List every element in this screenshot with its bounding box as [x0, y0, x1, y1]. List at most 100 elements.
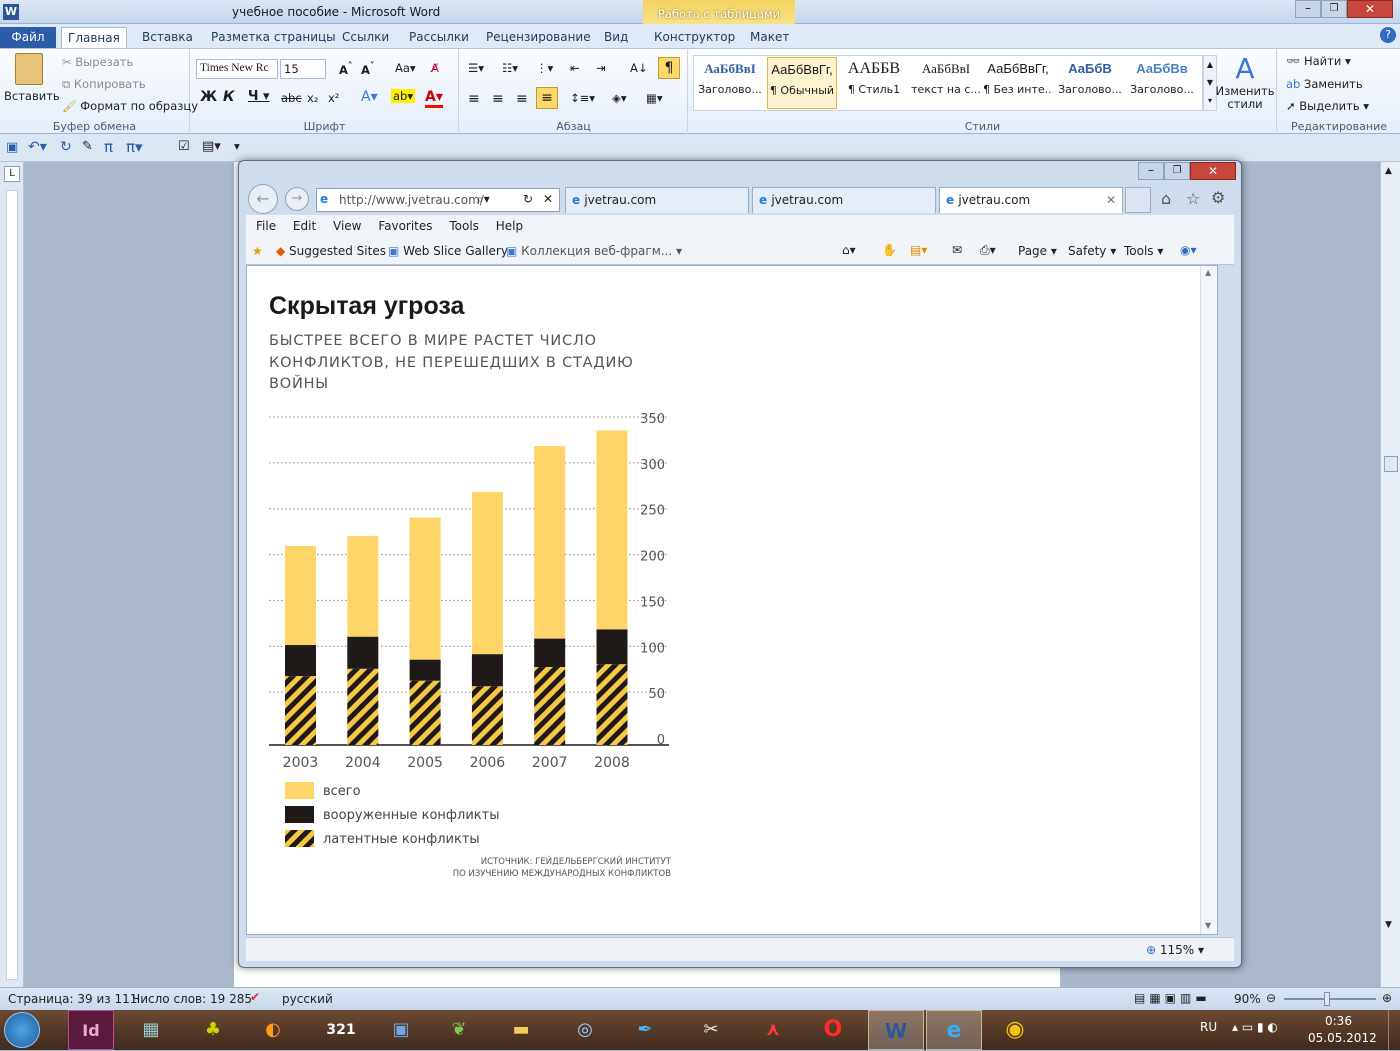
- equation-icon[interactable]: π: [104, 138, 113, 156]
- forward-icon[interactable]: →: [285, 187, 309, 211]
- tab-table-layout[interactable]: Макет: [744, 27, 795, 48]
- zoom-in-icon[interactable]: ⊕: [1382, 991, 1392, 1005]
- favorites-add-icon[interactable]: ★: [252, 244, 263, 258]
- pilcrow-icon[interactable]: ¶: [658, 57, 680, 79]
- word-taskbar-icon[interactable]: W: [868, 1010, 924, 1050]
- zoom-thumb[interactable]: [1324, 992, 1330, 1006]
- ruler-corner-icon[interactable]: L: [4, 166, 20, 182]
- ie-tab-3[interactable]: e jvetrau.com ✕: [939, 187, 1123, 213]
- acrobat-icon[interactable]: ⋏: [750, 1010, 796, 1050]
- ie-tab-2[interactable]: e jvetrau.com: [752, 187, 936, 213]
- paste-button[interactable]: Вставить: [4, 53, 60, 113]
- align-left-icon[interactable]: ≡: [468, 91, 480, 107]
- spellcheck-icon[interactable]: ✔: [250, 990, 260, 1004]
- cmd-hand-icon[interactable]: ✋: [882, 243, 897, 257]
- start-button[interactable]: [4, 1012, 40, 1048]
- find-button[interactable]: 👓 Найти ▾: [1286, 54, 1351, 68]
- address-text[interactable]: http://www.jvetrau.com/: [339, 193, 484, 207]
- vertical-ruler[interactable]: L: [0, 162, 24, 987]
- language[interactable]: русский: [282, 992, 333, 1006]
- minimize-button[interactable]: –: [1295, 0, 1321, 18]
- style-item[interactable]: АаБбВвI текст на с...: [911, 57, 981, 109]
- ie-zoom[interactable]: ⊕ 115% ▾: [1146, 943, 1204, 957]
- word-icon[interactable]: W: [3, 4, 19, 20]
- vertical-scrollbar[interactable]: ▲ ▼: [1380, 162, 1400, 987]
- shading-icon[interactable]: ◈▾: [612, 91, 627, 105]
- format-painter-button[interactable]: 🖌 Формат по образцу: [62, 99, 198, 113]
- strikethrough-icon[interactable]: abc: [281, 91, 302, 105]
- cmd-home-icon[interactable]: ⌂▾: [842, 243, 856, 257]
- tray-language[interactable]: RU: [1200, 1020, 1217, 1034]
- equation-dropdown-icon[interactable]: π▾: [126, 138, 143, 156]
- calculator-icon[interactable]: ▦: [128, 1010, 174, 1050]
- tab-mailings[interactable]: Рассылки: [403, 27, 475, 48]
- view-buttons[interactable]: ▤▦▣▥▬: [1134, 991, 1211, 1005]
- suggested-sites-link[interactable]: ◆ Suggested Sites: [276, 244, 386, 258]
- undo-icon[interactable]: ↶▾: [28, 139, 47, 155]
- scroll-down-icon[interactable]: ▼: [1385, 920, 1392, 930]
- stop-icon[interactable]: ✕: [543, 192, 553, 206]
- copy-button[interactable]: ⧉ Копировать: [62, 77, 146, 92]
- superscript-icon[interactable]: x²: [328, 91, 339, 105]
- zoom-out-icon[interactable]: ⊖: [1266, 991, 1276, 1005]
- address-search-icon[interactable]: ⌕▾: [477, 192, 490, 207]
- customize-icon[interactable]: ▾: [234, 139, 240, 153]
- tab-design[interactable]: Конструктор: [648, 27, 741, 48]
- style-item[interactable]: АаБбВвI Заголово...: [695, 57, 765, 109]
- new-tab-button[interactable]: [1125, 187, 1151, 213]
- content-scroll-up-icon[interactable]: ▲: [1205, 268, 1211, 277]
- style-item[interactable]: АаБбВв Заголово...: [1127, 57, 1197, 109]
- menu-view[interactable]: View: [333, 219, 361, 233]
- borders-icon[interactable]: ▦▾: [646, 91, 663, 105]
- shrink-font-icon[interactable]: A˅: [361, 61, 375, 77]
- tab-insert[interactable]: Вставка: [136, 27, 199, 48]
- tab-review[interactable]: Рецензирование: [480, 27, 597, 48]
- font-color-icon[interactable]: A▾: [425, 89, 443, 108]
- cmd-page[interactable]: Page ▾: [1018, 244, 1057, 258]
- cmd-tools[interactable]: Tools ▾: [1124, 244, 1163, 258]
- settings-gear-icon[interactable]: ⚙: [1211, 188, 1225, 207]
- ie-maximize[interactable]: ❐: [1164, 162, 1190, 180]
- collection-link[interactable]: ▣ Коллекция веб-фрагм... ▾: [506, 244, 682, 258]
- app-orange-icon[interactable]: ◐: [250, 1010, 296, 1050]
- cmd-safety[interactable]: Safety ▾: [1068, 244, 1116, 258]
- cmd-print-icon[interactable]: ⎙▾: [980, 243, 996, 258]
- align-right-icon[interactable]: ≡: [516, 91, 528, 107]
- tray-date[interactable]: 05.05.2012: [1308, 1031, 1377, 1045]
- tray-time[interactable]: 0:36: [1325, 1014, 1352, 1028]
- select-button[interactable]: ➚ Выделить ▾: [1286, 99, 1369, 113]
- menu-help[interactable]: Help: [496, 219, 523, 233]
- safari-icon[interactable]: ◎: [562, 1010, 608, 1050]
- zoom-slider[interactable]: [1284, 992, 1376, 1006]
- bold-icon[interactable]: Ж: [200, 89, 217, 105]
- scroll-up-icon[interactable]: ▲: [1385, 166, 1392, 176]
- word-count[interactable]: Число слов: 19 285: [132, 992, 252, 1006]
- maximize-button[interactable]: ❐: [1321, 0, 1347, 18]
- font-name-combo[interactable]: Times New Rc: [196, 59, 278, 79]
- form-icon[interactable]: ☑: [178, 139, 190, 154]
- style-item[interactable]: ААББВ ¶ Стиль1: [839, 57, 909, 109]
- tab-close-icon[interactable]: ✕: [1106, 188, 1116, 212]
- replace-button[interactable]: ab Заменить: [1286, 77, 1363, 91]
- style-item[interactable]: АаБбВ Заголово...: [1055, 57, 1125, 109]
- show-desktop-button[interactable]: [1388, 1010, 1400, 1050]
- ie-minimize[interactable]: –: [1138, 162, 1164, 180]
- subscript-icon[interactable]: x₂: [307, 91, 318, 105]
- text-effects-icon[interactable]: A▾: [361, 89, 378, 105]
- font-size-combo[interactable]: 15: [280, 59, 326, 79]
- menu-tools[interactable]: Tools: [449, 219, 479, 233]
- multilevel-icon[interactable]: ⋮▾: [536, 61, 553, 75]
- sort-icon[interactable]: A↓: [630, 61, 648, 75]
- justify-icon[interactable]: ≡: [536, 87, 558, 109]
- app-leaf-icon[interactable]: ❦: [436, 1010, 482, 1050]
- ie-close[interactable]: ✕: [1190, 162, 1236, 180]
- app-feather-icon[interactable]: ✒: [622, 1010, 668, 1050]
- ie-tab-1[interactable]: e jvetrau.com: [565, 187, 749, 213]
- tab-layout[interactable]: Разметка страницы: [205, 27, 342, 48]
- close-button[interactable]: ✕: [1347, 0, 1393, 18]
- cut-button[interactable]: ✂ Вырезать: [62, 55, 133, 69]
- align-center-icon[interactable]: ≡: [492, 91, 504, 107]
- table-icon[interactable]: ▤▾: [202, 139, 221, 154]
- page-count[interactable]: Страница: 39 из 111: [8, 992, 137, 1006]
- menu-favorites[interactable]: Favorites: [378, 219, 432, 233]
